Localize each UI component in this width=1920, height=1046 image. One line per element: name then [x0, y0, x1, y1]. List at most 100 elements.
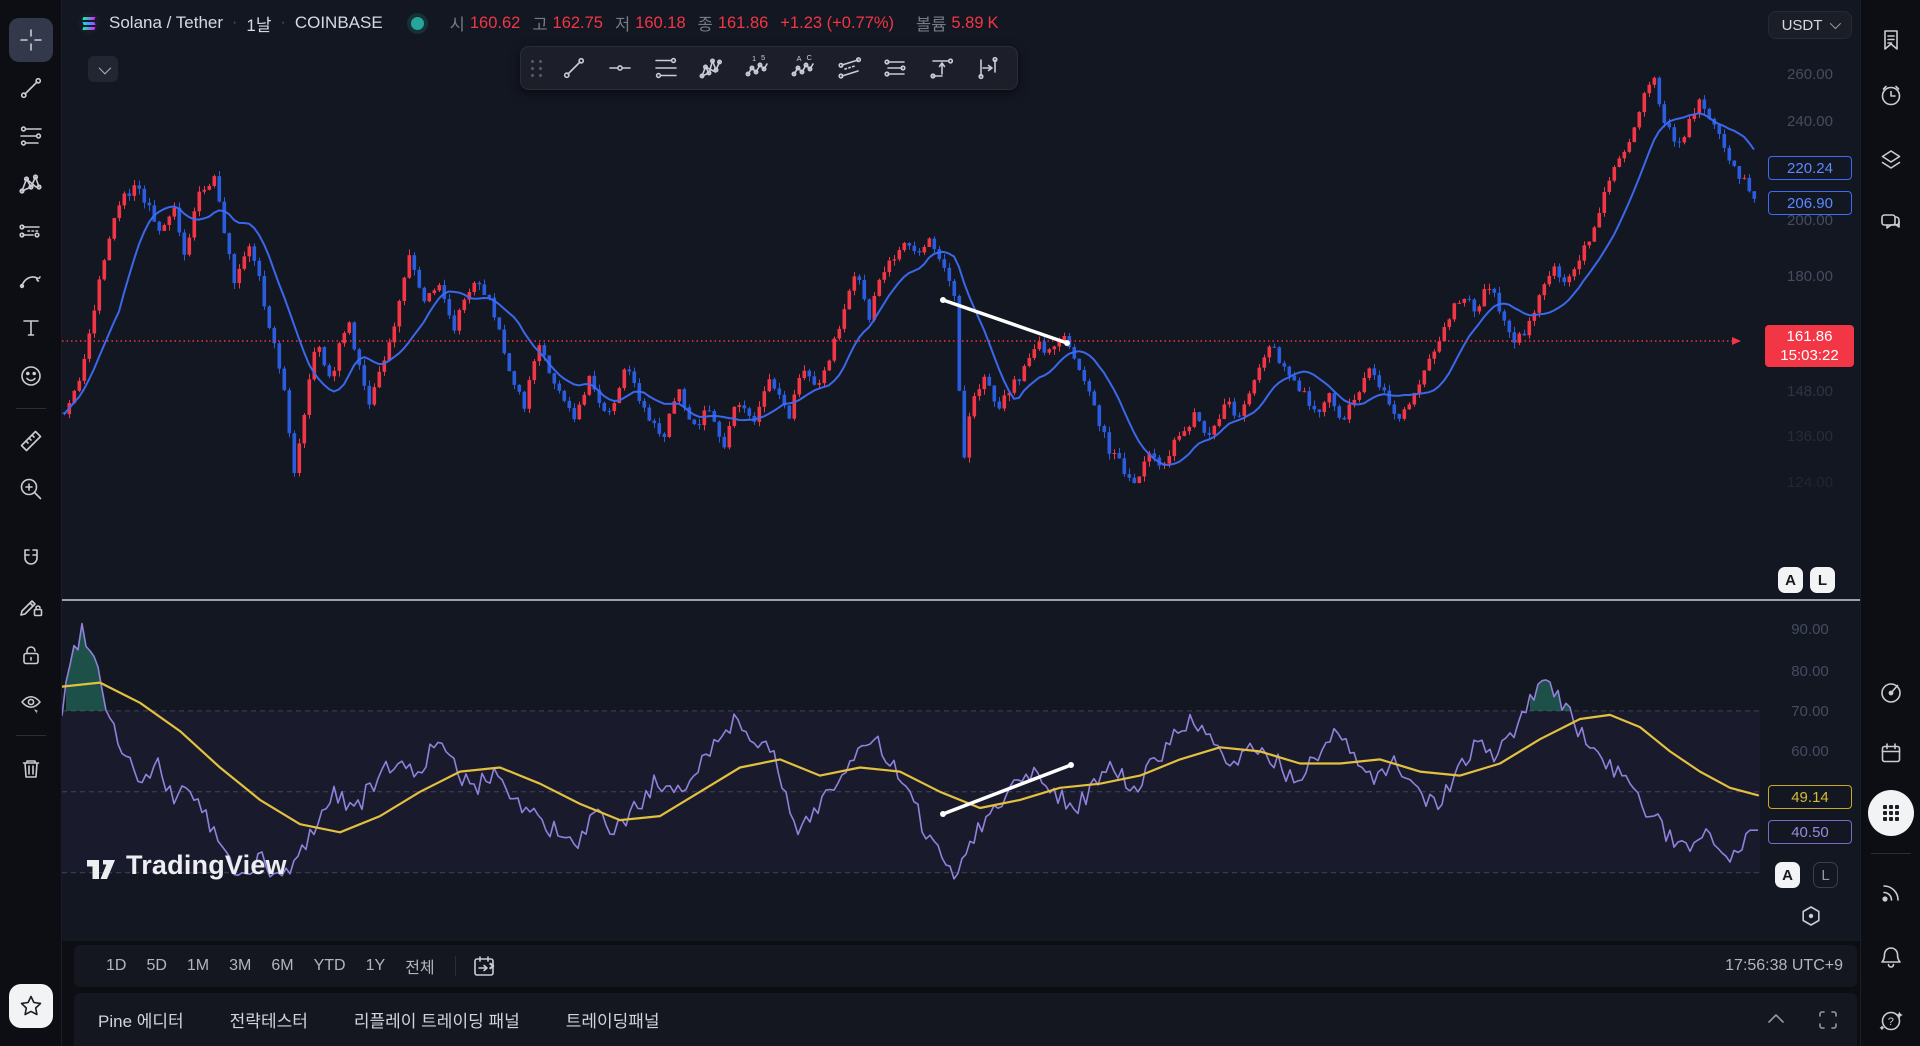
pane-resize-handle[interactable]	[62, 599, 1860, 601]
chart-region[interactable]: Solana / Tether · 1날 · COINBASE 시 160.62…	[62, 0, 1860, 941]
rsi-log-scale-button[interactable]: L	[1813, 862, 1838, 888]
crosshair-tool-button[interactable]	[9, 18, 53, 62]
flat-channel-button[interactable]	[873, 49, 919, 87]
left-drawing-toolbar	[0, 0, 62, 1046]
pane-collapse-button[interactable]	[88, 56, 118, 82]
stay-in-drawing-mode-button[interactable]	[9, 585, 53, 629]
crosshair-icon	[18, 27, 44, 53]
xabcd-pattern-tool-button[interactable]	[9, 162, 53, 206]
emoji-icon	[18, 363, 44, 389]
lock-all-drawings-button[interactable]	[9, 633, 53, 677]
chevron-up-icon	[1763, 1007, 1789, 1033]
brush-tool-button[interactable]	[9, 258, 53, 302]
tab-pine-editor[interactable]: Pine 에디터	[98, 1007, 184, 1032]
parallel-channel-button[interactable]	[827, 49, 873, 87]
timeframe-5d[interactable]: 5D	[136, 953, 176, 979]
remove-drawings-button[interactable]	[9, 746, 53, 790]
news-feed-button[interactable]	[1869, 871, 1913, 915]
elliott-correction-icon: AC	[791, 55, 817, 81]
screener-button[interactable]	[1869, 671, 1913, 715]
notifications-button[interactable]	[1869, 935, 1913, 979]
timeframe-1d[interactable]: 1D	[96, 953, 136, 979]
price-axis-tick: 124.00	[1762, 474, 1858, 491]
tradingview-watermark: TradingView	[86, 850, 287, 881]
elliott-correction-button[interactable]: AC	[781, 49, 827, 87]
calendar-arrow-icon	[471, 953, 497, 979]
floating-drawing-toolbar: 15 AC	[520, 46, 1018, 90]
apps-grid-button[interactable]	[1868, 790, 1914, 836]
timeframe-ytd[interactable]: YTD	[304, 953, 356, 979]
currency-dropdown[interactable]: USDT	[1768, 11, 1852, 39]
goto-date-button[interactable]	[466, 947, 502, 985]
timeframe-1m[interactable]: 1M	[177, 953, 219, 979]
help-sparkle-icon: ?	[1878, 1007, 1904, 1033]
date-range-button[interactable]	[965, 49, 1011, 87]
solana-logo	[78, 12, 100, 34]
apps-grid-icon	[1878, 800, 1904, 826]
horizontal-line-icon	[607, 55, 633, 81]
trend-line-button[interactable]	[551, 49, 597, 87]
watchlist-button[interactable]	[1869, 18, 1913, 62]
trend-line-tool-button[interactable]	[9, 66, 53, 110]
layers-icon	[1878, 146, 1904, 172]
low-value: 160.18	[635, 14, 685, 33]
timeframe-전체[interactable]: 전체	[395, 950, 444, 982]
help-button[interactable]: ?	[1869, 998, 1913, 1042]
panel-collapse-button[interactable]	[1763, 1007, 1789, 1033]
sidebar-divider	[1871, 853, 1911, 854]
timeframe-3m[interactable]: 3M	[219, 953, 261, 979]
fib-retracement-button[interactable]	[643, 49, 689, 87]
chat-button[interactable]	[1869, 200, 1913, 244]
long-position-tool-button[interactable]	[9, 210, 53, 254]
horizontal-lines-tool-button[interactable]	[9, 114, 53, 158]
rsi-settings-gear-icon[interactable]	[1798, 903, 1824, 929]
favorites-button[interactable]	[9, 984, 53, 1028]
chat-icon	[1878, 209, 1904, 235]
drag-handle[interactable]	[531, 60, 543, 77]
svg-text:?: ?	[1887, 1016, 1893, 1028]
xabcd-pattern-icon	[699, 55, 725, 81]
interval-label[interactable]: 1날	[246, 11, 271, 36]
calendar-button[interactable]	[1869, 731, 1913, 775]
rsi-axis-tick: 70.00	[1762, 703, 1858, 720]
rsi-auto-scale-button[interactable]: A	[1775, 862, 1800, 888]
measure-tool-button[interactable]	[9, 419, 53, 463]
tradingview-app: Solana / Tether · 1날 · COINBASE 시 160.62…	[0, 0, 1920, 1046]
exchange-label[interactable]: COINBASE	[295, 13, 383, 33]
tab-replay-trading-panel[interactable]: 리플레이 트레이딩 패널	[354, 1007, 520, 1032]
magnet-mode-button[interactable]	[9, 537, 53, 581]
text-tool-button[interactable]	[9, 306, 53, 350]
pencil-lock-icon	[18, 594, 44, 620]
price-chart-canvas[interactable]	[62, 0, 1860, 941]
timeframe-6m[interactable]: 6M	[261, 953, 303, 979]
symbol-name[interactable]: Solana / Tether	[109, 13, 223, 33]
open-value: 160.62	[470, 14, 520, 33]
trend-line-icon	[18, 75, 44, 101]
bottom-panel-bar: Pine 에디터 전략테스터 리플레이 트레이딩 패널 트레이딩패널	[74, 993, 1857, 1046]
ohlc-readout: 시 160.62 고 162.75 저 160.18 종 161.86 +1.2…	[450, 11, 999, 35]
emoji-tool-button[interactable]	[9, 354, 53, 398]
parallel-channel-icon	[837, 55, 863, 81]
hide-drawings-button[interactable]	[9, 681, 53, 725]
main-log-scale-button[interactable]: L	[1810, 567, 1835, 593]
fullscreen-button[interactable]	[1815, 1007, 1841, 1033]
main-auto-scale-button[interactable]: A	[1778, 567, 1803, 593]
svg-text:5: 5	[761, 55, 765, 62]
object-tree-button[interactable]	[1869, 137, 1913, 181]
tab-strategy-tester[interactable]: 전략테스터	[230, 1007, 308, 1032]
horizontal-line-button[interactable]	[597, 49, 643, 87]
zoom-in-tool-button[interactable]	[9, 467, 53, 511]
ma-value-label: 220.24	[1768, 156, 1852, 180]
xabcd-pattern-button[interactable]	[689, 49, 735, 87]
ma-value-label: 206.90	[1768, 191, 1852, 215]
price-axis-tick: 148.00	[1762, 383, 1858, 400]
timeframe-1y[interactable]: 1Y	[356, 953, 396, 979]
current-price-label: 161.86 15:03:22	[1765, 325, 1854, 367]
price-axis-tick: 180.00	[1762, 268, 1858, 285]
rsi-axis-tick: 90.00	[1762, 621, 1858, 638]
clock-display[interactable]: 17:56:38 UTC+9	[1725, 957, 1843, 975]
tab-trading-panel[interactable]: 트레이딩패널	[566, 1007, 660, 1032]
alerts-button[interactable]	[1869, 73, 1913, 117]
price-range-button[interactable]	[919, 49, 965, 87]
elliott-impulse-button[interactable]: 15	[735, 49, 781, 87]
